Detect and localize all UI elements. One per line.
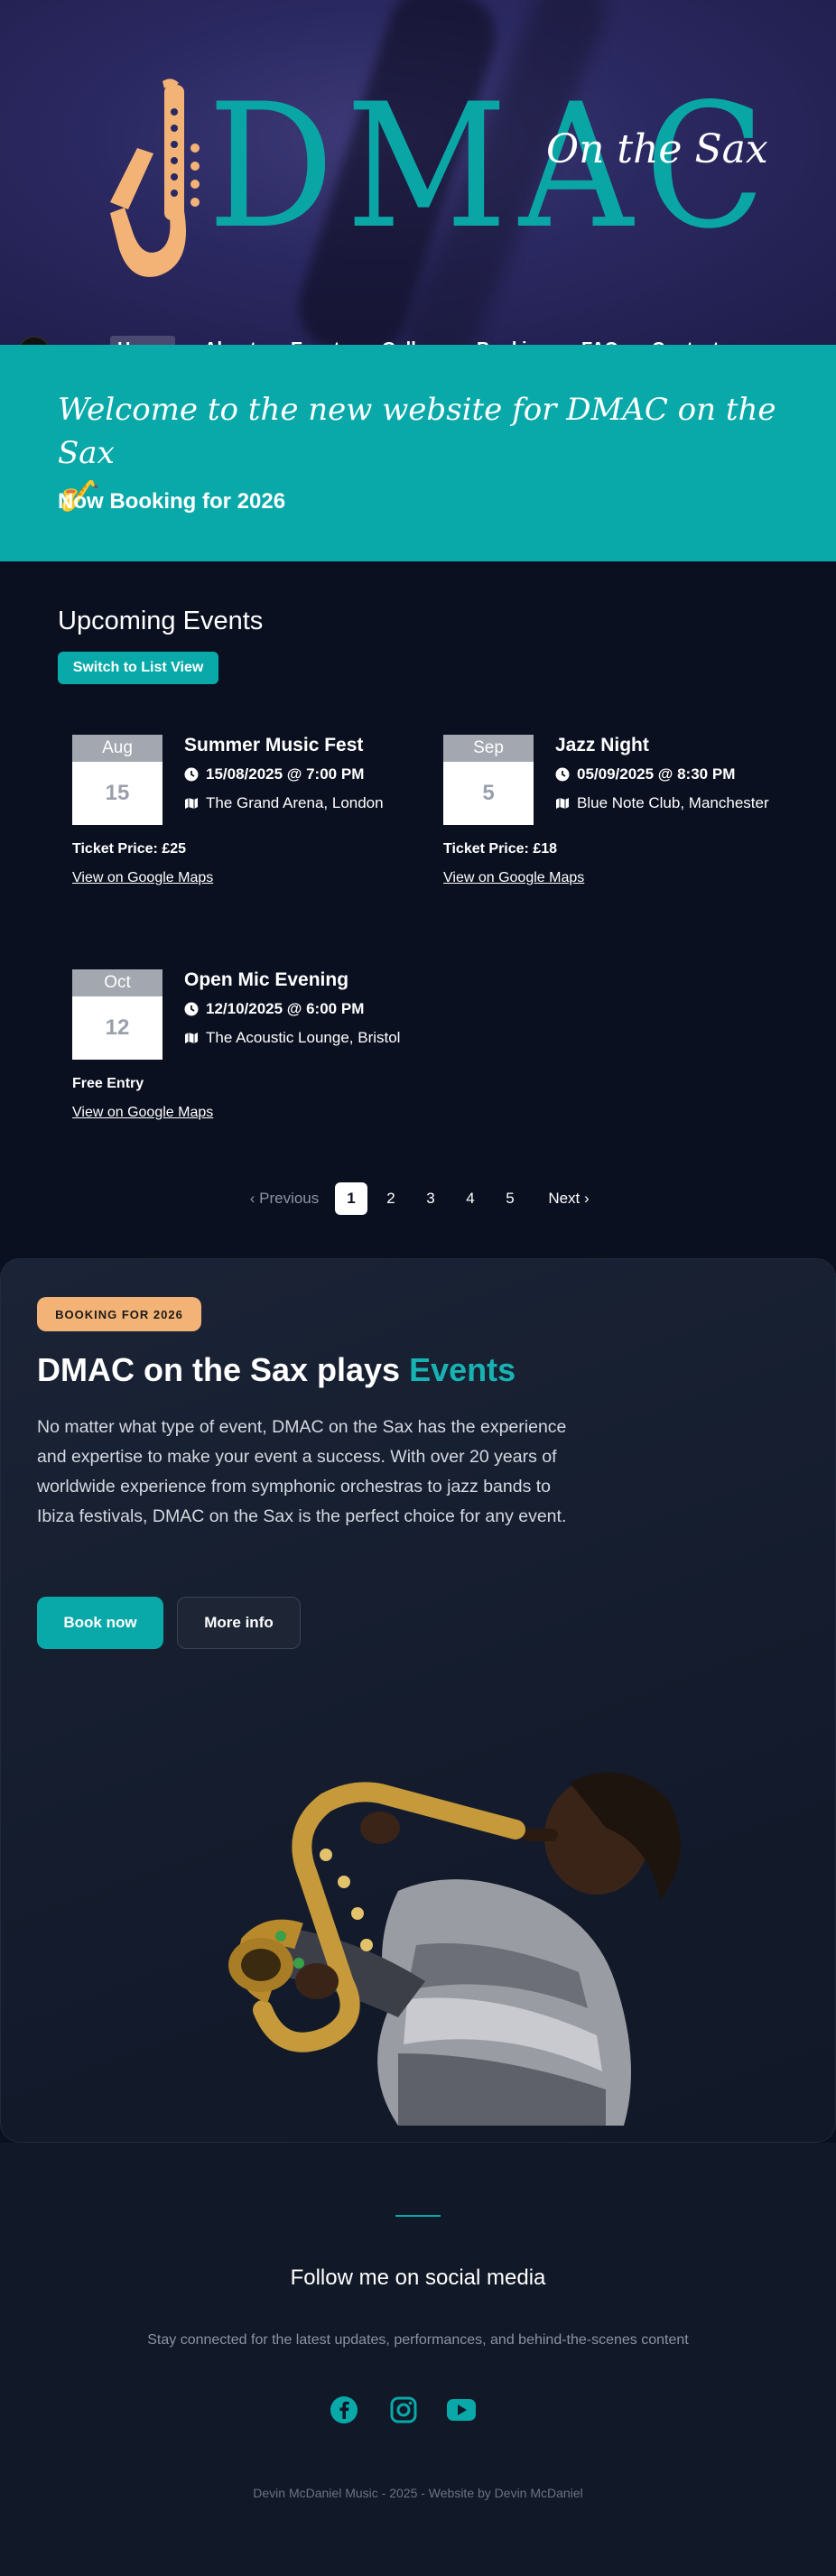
event-venue: The Grand Arena, London xyxy=(184,794,384,812)
event-venue-text: The Grand Arena, London xyxy=(206,794,384,811)
event-venue-text: The Acoustic Lounge, Bristol xyxy=(206,1029,401,1046)
saxophonist-photo xyxy=(228,1772,681,2126)
clock-icon xyxy=(555,767,570,782)
calendar-day: 12 xyxy=(105,1015,130,1040)
calendar-day: 15 xyxy=(105,781,130,805)
page-button[interactable]: 2 xyxy=(375,1182,407,1215)
map-icon xyxy=(185,1033,198,1043)
event-card: Aug 15 Summer Music Fest 15/08/2025 @ 7:… xyxy=(72,735,433,915)
event-venue-text: Blue Note Club, Manchester xyxy=(577,794,769,811)
footer-divider xyxy=(395,2215,441,2217)
booking-promo-card: BOOKING FOR 2026 DMAC on the Sax plays E… xyxy=(0,1258,836,2143)
calendar-month: Oct xyxy=(72,969,163,996)
calendar-day: 5 xyxy=(482,781,495,805)
event-card: Oct 12 Open Mic Evening 12/10/2025 @ 6:0… xyxy=(72,969,433,1150)
clock-icon xyxy=(184,767,199,782)
promo-title: DMAC on the Sax plays Events xyxy=(37,1351,516,1389)
clock-icon xyxy=(184,1002,199,1016)
calendar-month: Aug xyxy=(72,735,163,762)
page-button[interactable]: 5 xyxy=(494,1182,526,1215)
event-datetime-text: 15/08/2025 @ 7:00 PM xyxy=(206,765,365,783)
more-info-button[interactable]: More info xyxy=(177,1597,301,1649)
google-maps-link[interactable]: View on Google Maps xyxy=(72,1105,213,1121)
calendar-badge: Sep 5 xyxy=(443,735,534,825)
chevron-right-icon: › xyxy=(580,1190,590,1207)
event-datetime-text: 12/10/2025 @ 6:00 PM xyxy=(206,1000,365,1017)
event-name: Open Mic Evening xyxy=(184,969,349,990)
previous-page-button[interactable]: ‹ Previous xyxy=(244,1182,325,1215)
calendar-badge: Aug 15 xyxy=(72,735,163,825)
event-datetime-text: 05/09/2025 @ 8:30 PM xyxy=(577,765,736,783)
welcome-section: Welcome to the new website for DMAC on t… xyxy=(0,345,836,561)
pagination: ‹ Previous 1 2 3 4 5 Next › xyxy=(0,1182,836,1215)
next-label: Next xyxy=(548,1190,581,1207)
google-maps-link[interactable]: View on Google Maps xyxy=(72,870,213,886)
site-footer: Follow me on social media Stay connected… xyxy=(0,2143,836,2576)
events-heading: Upcoming Events xyxy=(58,607,264,635)
calendar-badge: Oct 12 xyxy=(72,969,163,1060)
footer-credit: Devin McDaniel Music - 2025 - Website by… xyxy=(253,2486,583,2500)
event-venue: Blue Note Club, Manchester xyxy=(555,794,769,812)
page-button[interactable]: 4 xyxy=(454,1182,487,1215)
event-datetime: 12/10/2025 @ 6:00 PM xyxy=(184,1000,364,1018)
instagram-icon[interactable] xyxy=(387,2394,420,2426)
map-icon xyxy=(185,798,198,809)
event-datetime: 05/09/2025 @ 8:30 PM xyxy=(555,765,735,783)
event-card: Sep 5 Jazz Night 05/09/2025 @ 8:30 PM Bl… xyxy=(443,735,804,915)
event-name: Jazz Night xyxy=(555,735,649,755)
next-page-button[interactable]: Next › xyxy=(540,1182,598,1215)
page-button[interactable]: 3 xyxy=(414,1182,447,1215)
promo-title-accent: Events xyxy=(409,1351,516,1388)
page-button[interactable]: 1 xyxy=(335,1182,367,1215)
event-price: Ticket Price: £25 xyxy=(72,841,187,857)
youtube-icon[interactable] xyxy=(445,2394,478,2426)
logo-tagline: On the Sax xyxy=(546,126,768,172)
facebook-icon[interactable] xyxy=(328,2394,360,2426)
book-now-button[interactable]: Book now xyxy=(37,1597,163,1649)
event-venue: The Acoustic Lounge, Bristol xyxy=(184,1029,400,1047)
social-links xyxy=(328,2394,508,2430)
footer-subtitle: Stay connected for the latest updates, p… xyxy=(147,2332,689,2348)
calendar-month: Sep xyxy=(443,735,534,762)
promo-badge: BOOKING FOR 2026 xyxy=(37,1297,201,1331)
promo-description: No matter what type of event, DMAC on th… xyxy=(37,1417,567,1526)
event-datetime: 15/08/2025 @ 7:00 PM xyxy=(184,765,364,783)
site-logo[interactable]: DMAC On the Sax xyxy=(108,72,768,280)
map-icon xyxy=(556,798,569,809)
switch-view-button[interactable]: Switch to List View xyxy=(58,652,218,684)
footer-title: Follow me on social media xyxy=(290,2266,546,2290)
event-price: Ticket Price: £18 xyxy=(443,841,558,857)
google-maps-link[interactable]: View on Google Maps xyxy=(443,870,584,886)
chevron-left-icon: ‹ xyxy=(249,1190,260,1207)
hero-banner: DMAC On the Sax xyxy=(0,0,836,345)
event-name: Summer Music Fest xyxy=(184,735,364,755)
welcome-subtitle: Now Booking for 2026 xyxy=(58,489,286,514)
previous-label: Previous xyxy=(259,1190,320,1207)
promo-title-main: DMAC on the Sax plays xyxy=(37,1351,410,1388)
event-price: Free Entry xyxy=(72,1076,144,1091)
welcome-title-text: Welcome to the new website for DMAC on t… xyxy=(58,392,776,471)
